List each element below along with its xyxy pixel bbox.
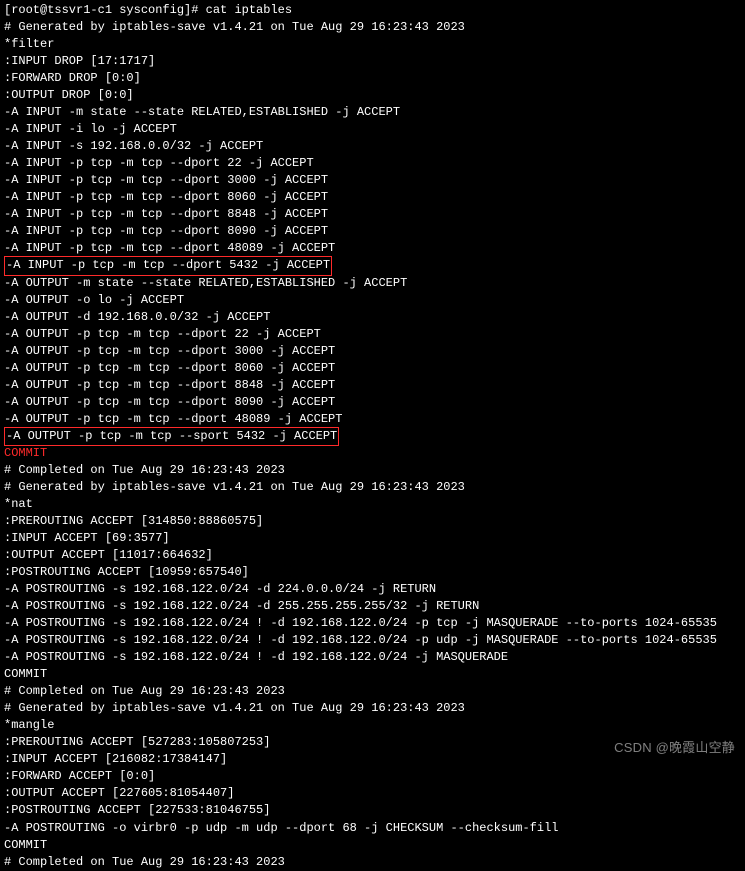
filter-rule: -A OUTPUT -p tcp -m tcp --dport 8060 -j … [4,360,741,377]
filter-rule: -A INPUT -p tcp -m tcp --dport 48089 -j … [4,240,741,257]
highlight-output-rule: -A OUTPUT -p tcp -m tcp --sport 5432 -j … [4,427,339,446]
filter-rule: -A INPUT -p tcp -m tcp --dport 8060 -j A… [4,189,741,206]
watermark: CSDN @晚霞山空静 [614,739,735,757]
filter-rule: -A OUTPUT -p tcp -m tcp --dport 3000 -j … [4,343,741,360]
mangle-footer: # Completed on Tue Aug 29 16:23:43 2023 [4,854,741,871]
nat-footer: # Completed on Tue Aug 29 16:23:43 2023 [4,683,741,700]
filter-rule: -A INPUT -p tcp -m tcp --dport 22 -j ACC… [4,155,741,172]
nat-table: *nat [4,496,741,513]
filter-commit: COMMIT [4,445,741,462]
filter-rule: -A INPUT -p tcp -m tcp --dport 8090 -j A… [4,223,741,240]
mangle-commit: COMMIT [4,837,741,854]
nat-rule: -A POSTROUTING -s 192.168.122.0/24 ! -d … [4,632,741,649]
highlight-input-rule: -A INPUT -p tcp -m tcp --dport 5432 -j A… [4,256,332,275]
filter-chain: :INPUT DROP [17:1717] [4,53,741,70]
mangle-rule: -A POSTROUTING -o virbr0 -p udp -m udp -… [4,820,741,837]
filter-footer: # Completed on Tue Aug 29 16:23:43 2023 [4,462,741,479]
mangle-table: *mangle [4,717,741,734]
mangle-header: # Generated by iptables-save v1.4.21 on … [4,700,741,717]
shell-prompt: [root@tssvr1-c1 sysconfig]# cat iptables [4,2,741,19]
filter-rule: -A OUTPUT -p tcp -m tcp --dport 22 -j AC… [4,326,741,343]
filter-chain: :FORWARD DROP [0:0] [4,70,741,87]
filter-rule: -A INPUT -p tcp -m tcp --dport 8848 -j A… [4,206,741,223]
filter-rule: -A INPUT -s 192.168.0.0/32 -j ACCEPT [4,138,741,155]
nat-rule: -A POSTROUTING -s 192.168.122.0/24 -d 22… [4,581,741,598]
filter-rule: -A OUTPUT -p tcp -m tcp --dport 48089 -j… [4,411,741,428]
nat-commit: COMMIT [4,666,741,683]
nat-chain: :INPUT ACCEPT [69:3577] [4,530,741,547]
nat-header: # Generated by iptables-save v1.4.21 on … [4,479,741,496]
filter-rule: -A OUTPUT -m state --state RELATED,ESTAB… [4,275,741,292]
nat-rule: -A POSTROUTING -s 192.168.122.0/24 -d 25… [4,598,741,615]
filter-rule: -A OUTPUT -p tcp -m tcp --dport 8090 -j … [4,394,741,411]
mangle-chain: :POSTROUTING ACCEPT [227533:81046755] [4,802,741,819]
filter-rule: -A INPUT -i lo -j ACCEPT [4,121,741,138]
nat-rule: -A POSTROUTING -s 192.168.122.0/24 ! -d … [4,615,741,632]
filter-rule: -A OUTPUT -d 192.168.0.0/32 -j ACCEPT [4,309,741,326]
filter-rule: -A OUTPUT -o lo -j ACCEPT [4,292,741,309]
filter-rule: -A OUTPUT -p tcp -m tcp --dport 8848 -j … [4,377,741,394]
filter-chain: :OUTPUT DROP [0:0] [4,87,741,104]
filter-rule: -A INPUT -p tcp -m tcp --dport 3000 -j A… [4,172,741,189]
nat-chain: :OUTPUT ACCEPT [11017:664632] [4,547,741,564]
nat-rule: -A POSTROUTING -s 192.168.122.0/24 ! -d … [4,649,741,666]
filter-header: # Generated by iptables-save v1.4.21 on … [4,19,741,36]
mangle-chain: :OUTPUT ACCEPT [227605:81054407] [4,785,741,802]
filter-table: *filter [4,36,741,53]
nat-chain: :POSTROUTING ACCEPT [10959:657540] [4,564,741,581]
nat-chain: :PREROUTING ACCEPT [314850:88860575] [4,513,741,530]
filter-rule: -A INPUT -m state --state RELATED,ESTABL… [4,104,741,121]
mangle-chain: :FORWARD ACCEPT [0:0] [4,768,741,785]
